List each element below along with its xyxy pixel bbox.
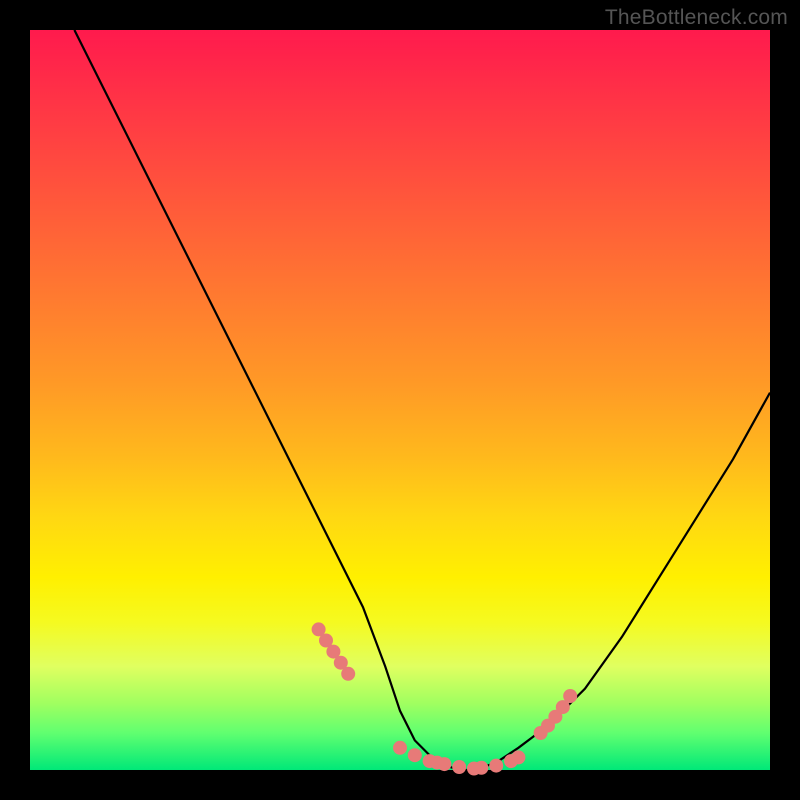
highlight-dot (511, 750, 525, 764)
bottleneck-curve (74, 30, 770, 770)
highlight-dot (393, 741, 407, 755)
highlight-dot (563, 689, 577, 703)
highlight-dot (408, 748, 422, 762)
highlight-dot (489, 759, 503, 773)
highlight-dot (474, 761, 488, 775)
chart-svg (30, 30, 770, 770)
highlight-dot (437, 757, 451, 771)
highlight-dot (341, 667, 355, 681)
highlight-dot (452, 760, 466, 774)
watermark-text: TheBottleneck.com (605, 6, 788, 30)
chart-frame: TheBottleneck.com (0, 0, 800, 800)
highlight-dots (312, 622, 578, 775)
